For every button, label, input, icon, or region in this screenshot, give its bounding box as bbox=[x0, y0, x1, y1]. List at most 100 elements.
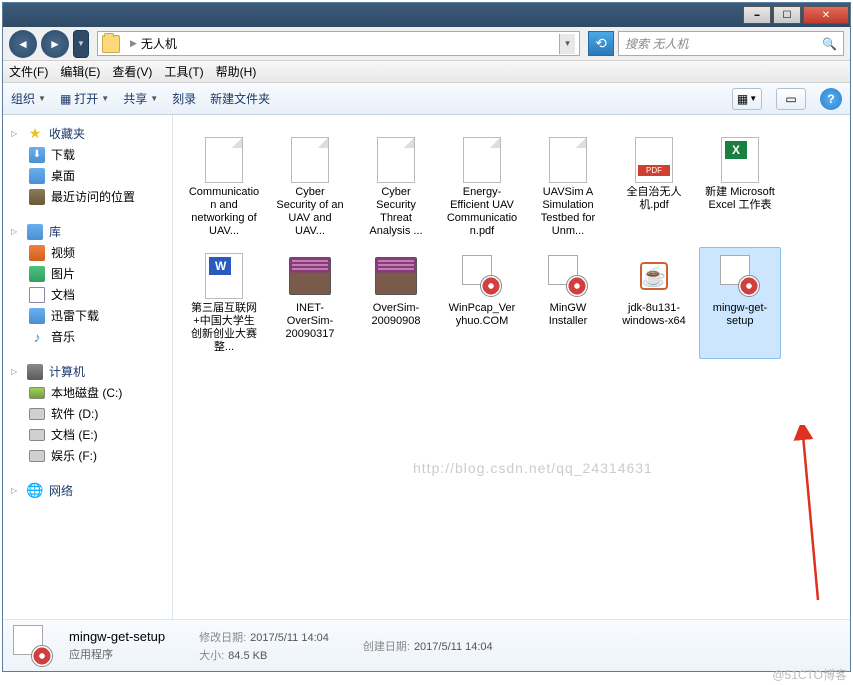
nav-bar: ◄ ► ▼ ▶ 无人机 ▾ ⟲ 搜索 无人机 🔍 bbox=[3, 27, 850, 61]
file-icon bbox=[286, 136, 334, 184]
details-created-label: 创建日期: bbox=[363, 641, 410, 653]
search-input[interactable]: 搜索 无人机 🔍 bbox=[618, 31, 844, 56]
sidebar-item-videos[interactable]: 视频 bbox=[3, 242, 172, 263]
sidebar-favorites-header[interactable]: ▷★收藏夹 bbox=[3, 123, 172, 144]
sidebar-item-downloads[interactable]: 下载 bbox=[3, 144, 172, 165]
sidebar-item-recent[interactable]: 最近访问的位置 bbox=[3, 186, 172, 207]
sidebar-item-drive-f[interactable]: 娱乐 (F:) bbox=[3, 445, 172, 466]
preview-pane-button[interactable]: ▭ bbox=[776, 88, 806, 110]
file-name-label: jdk-8u131-windows-x64 bbox=[618, 302, 690, 328]
toolbar: 组织▼ ▦打开▼ 共享▼ 刻录 新建文件夹 ▦▼ ▭ ? bbox=[3, 83, 850, 115]
file-item-6[interactable]: 新建 Microsoft Excel 工作表 bbox=[699, 131, 781, 243]
file-item-3[interactable]: Energy-Efficient UAV Communication.pdf bbox=[441, 131, 523, 243]
sidebar-item-documents[interactable]: 文档 bbox=[3, 284, 172, 305]
help-button[interactable]: ? bbox=[820, 88, 842, 110]
file-item-11[interactable]: MinGW Installer bbox=[527, 247, 609, 359]
file-icon bbox=[716, 136, 764, 184]
titlebar bbox=[3, 3, 850, 27]
minimize-button[interactable] bbox=[743, 6, 771, 24]
sidebar-item-pictures[interactable]: 图片 bbox=[3, 263, 172, 284]
search-icon: 🔍 bbox=[822, 37, 837, 51]
view-mode-button[interactable]: ▦▼ bbox=[732, 88, 762, 110]
file-name-label: OverSim-20090908 bbox=[360, 302, 432, 328]
details-pane: mingw-get-setup 应用程序 修改日期:2017/5/11 14:0… bbox=[3, 619, 850, 671]
file-name-label: INET-OverSim-20090317 bbox=[274, 302, 346, 341]
file-item-13[interactable]: mingw-get-setup bbox=[699, 247, 781, 359]
sidebar-computer-header[interactable]: ▷计算机 bbox=[3, 361, 172, 382]
address-bar[interactable]: ▶ 无人机 ▾ bbox=[97, 31, 580, 56]
file-item-5[interactable]: 全自治无人机.pdf bbox=[613, 131, 695, 243]
sidebar: ▷★收藏夹 下载 桌面 最近访问的位置 ▷库 视频 图片 文档 迅雷下载 ♪音乐… bbox=[3, 115, 173, 619]
maximize-button[interactable] bbox=[773, 6, 801, 24]
share-button[interactable]: 共享▼ bbox=[123, 90, 158, 107]
file-name-label: MinGW Installer bbox=[532, 302, 604, 328]
file-item-10[interactable]: WinPcap_Veryhuo.COM bbox=[441, 247, 523, 359]
file-icon bbox=[458, 136, 506, 184]
refresh-button[interactable]: ⟲ bbox=[588, 31, 614, 56]
file-item-2[interactable]: Cyber Security Threat Analysis ... bbox=[355, 131, 437, 243]
file-icon bbox=[200, 136, 248, 184]
annotation-arrow bbox=[643, 425, 823, 605]
sidebar-item-drive-e[interactable]: 文档 (E:) bbox=[3, 424, 172, 445]
menu-view[interactable]: 查看(V) bbox=[112, 63, 152, 80]
file-icon bbox=[458, 252, 506, 300]
file-item-8[interactable]: INET-OverSim-20090317 bbox=[269, 247, 351, 359]
file-name-label: Communication and networking of UAV... bbox=[188, 186, 260, 238]
history-dropdown[interactable]: ▼ bbox=[73, 30, 89, 58]
details-created-value: 2017/5/11 14:04 bbox=[414, 641, 493, 653]
file-name-label: 全自治无人机.pdf bbox=[618, 186, 690, 212]
file-icon bbox=[630, 252, 678, 300]
details-size-label: 大小: bbox=[199, 650, 224, 662]
file-name-label: 第三届互联网+中国大学生创新创业大赛整... bbox=[188, 302, 260, 354]
file-icon bbox=[716, 252, 764, 300]
file-name-label: 新建 Microsoft Excel 工作表 bbox=[704, 186, 776, 212]
file-pane[interactable]: Communication and networking of UAV... Cy… bbox=[173, 115, 850, 619]
file-icon bbox=[200, 252, 248, 300]
menu-edit[interactable]: 编辑(E) bbox=[60, 63, 100, 80]
details-modified-label: 修改日期: bbox=[199, 632, 246, 644]
open-button[interactable]: ▦打开▼ bbox=[60, 90, 109, 107]
details-file-type: 应用程序 bbox=[69, 646, 165, 662]
menu-bar: 文件(F) 编辑(E) 查看(V) 工具(T) 帮助(H) bbox=[3, 61, 850, 83]
back-button[interactable]: ◄ bbox=[9, 30, 37, 58]
file-name-label: Energy-Efficient UAV Communication.pdf bbox=[446, 186, 518, 238]
address-dropdown[interactable]: ▾ bbox=[559, 34, 575, 54]
file-icon bbox=[286, 252, 334, 300]
details-size-value: 84.5 KB bbox=[228, 650, 267, 662]
file-icon bbox=[372, 136, 420, 184]
file-name-label: UAVSim A Simulation Testbed for Unm... bbox=[532, 186, 604, 238]
sidebar-libraries-header[interactable]: ▷库 bbox=[3, 221, 172, 242]
menu-file[interactable]: 文件(F) bbox=[9, 63, 48, 80]
file-name-label: mingw-get-setup bbox=[704, 302, 776, 328]
sidebar-item-music[interactable]: ♪音乐 bbox=[3, 326, 172, 347]
watermark-text: http://blog.csdn.net/qq_24314631 bbox=[413, 460, 653, 476]
file-item-9[interactable]: OverSim-20090908 bbox=[355, 247, 437, 359]
file-item-4[interactable]: UAVSim A Simulation Testbed for Unm... bbox=[527, 131, 609, 243]
burn-button[interactable]: 刻录 bbox=[172, 90, 196, 107]
file-name-label: WinPcap_Veryhuo.COM bbox=[446, 302, 518, 328]
new-folder-button[interactable]: 新建文件夹 bbox=[210, 90, 270, 107]
corner-watermark: @51CTO博客 bbox=[772, 666, 847, 683]
file-item-0[interactable]: Communication and networking of UAV... bbox=[183, 131, 265, 243]
current-folder[interactable]: 无人机 bbox=[141, 35, 177, 52]
organize-button[interactable]: 组织▼ bbox=[11, 90, 46, 107]
file-item-1[interactable]: Cyber Security of an UAV and UAV... bbox=[269, 131, 351, 243]
file-icon bbox=[372, 252, 420, 300]
file-name-label: Cyber Security of an UAV and UAV... bbox=[274, 186, 346, 238]
details-file-icon bbox=[13, 625, 55, 667]
file-icon bbox=[544, 136, 592, 184]
close-button[interactable] bbox=[803, 6, 849, 24]
file-item-7[interactable]: 第三届互联网+中国大学生创新创业大赛整... bbox=[183, 247, 265, 359]
forward-button[interactable]: ► bbox=[41, 30, 69, 58]
breadcrumb-separator: ▶ bbox=[130, 38, 137, 49]
menu-help[interactable]: 帮助(H) bbox=[216, 63, 257, 80]
file-name-label: Cyber Security Threat Analysis ... bbox=[360, 186, 432, 238]
sidebar-item-drive-d[interactable]: 软件 (D:) bbox=[3, 403, 172, 424]
sidebar-network-header[interactable]: ▷🌐网络 bbox=[3, 480, 172, 501]
folder-icon bbox=[102, 35, 120, 53]
sidebar-item-desktop[interactable]: 桌面 bbox=[3, 165, 172, 186]
sidebar-item-drive-c[interactable]: 本地磁盘 (C:) bbox=[3, 382, 172, 403]
menu-tools[interactable]: 工具(T) bbox=[164, 63, 203, 80]
sidebar-item-xunlei[interactable]: 迅雷下载 bbox=[3, 305, 172, 326]
file-item-12[interactable]: jdk-8u131-windows-x64 bbox=[613, 247, 695, 359]
